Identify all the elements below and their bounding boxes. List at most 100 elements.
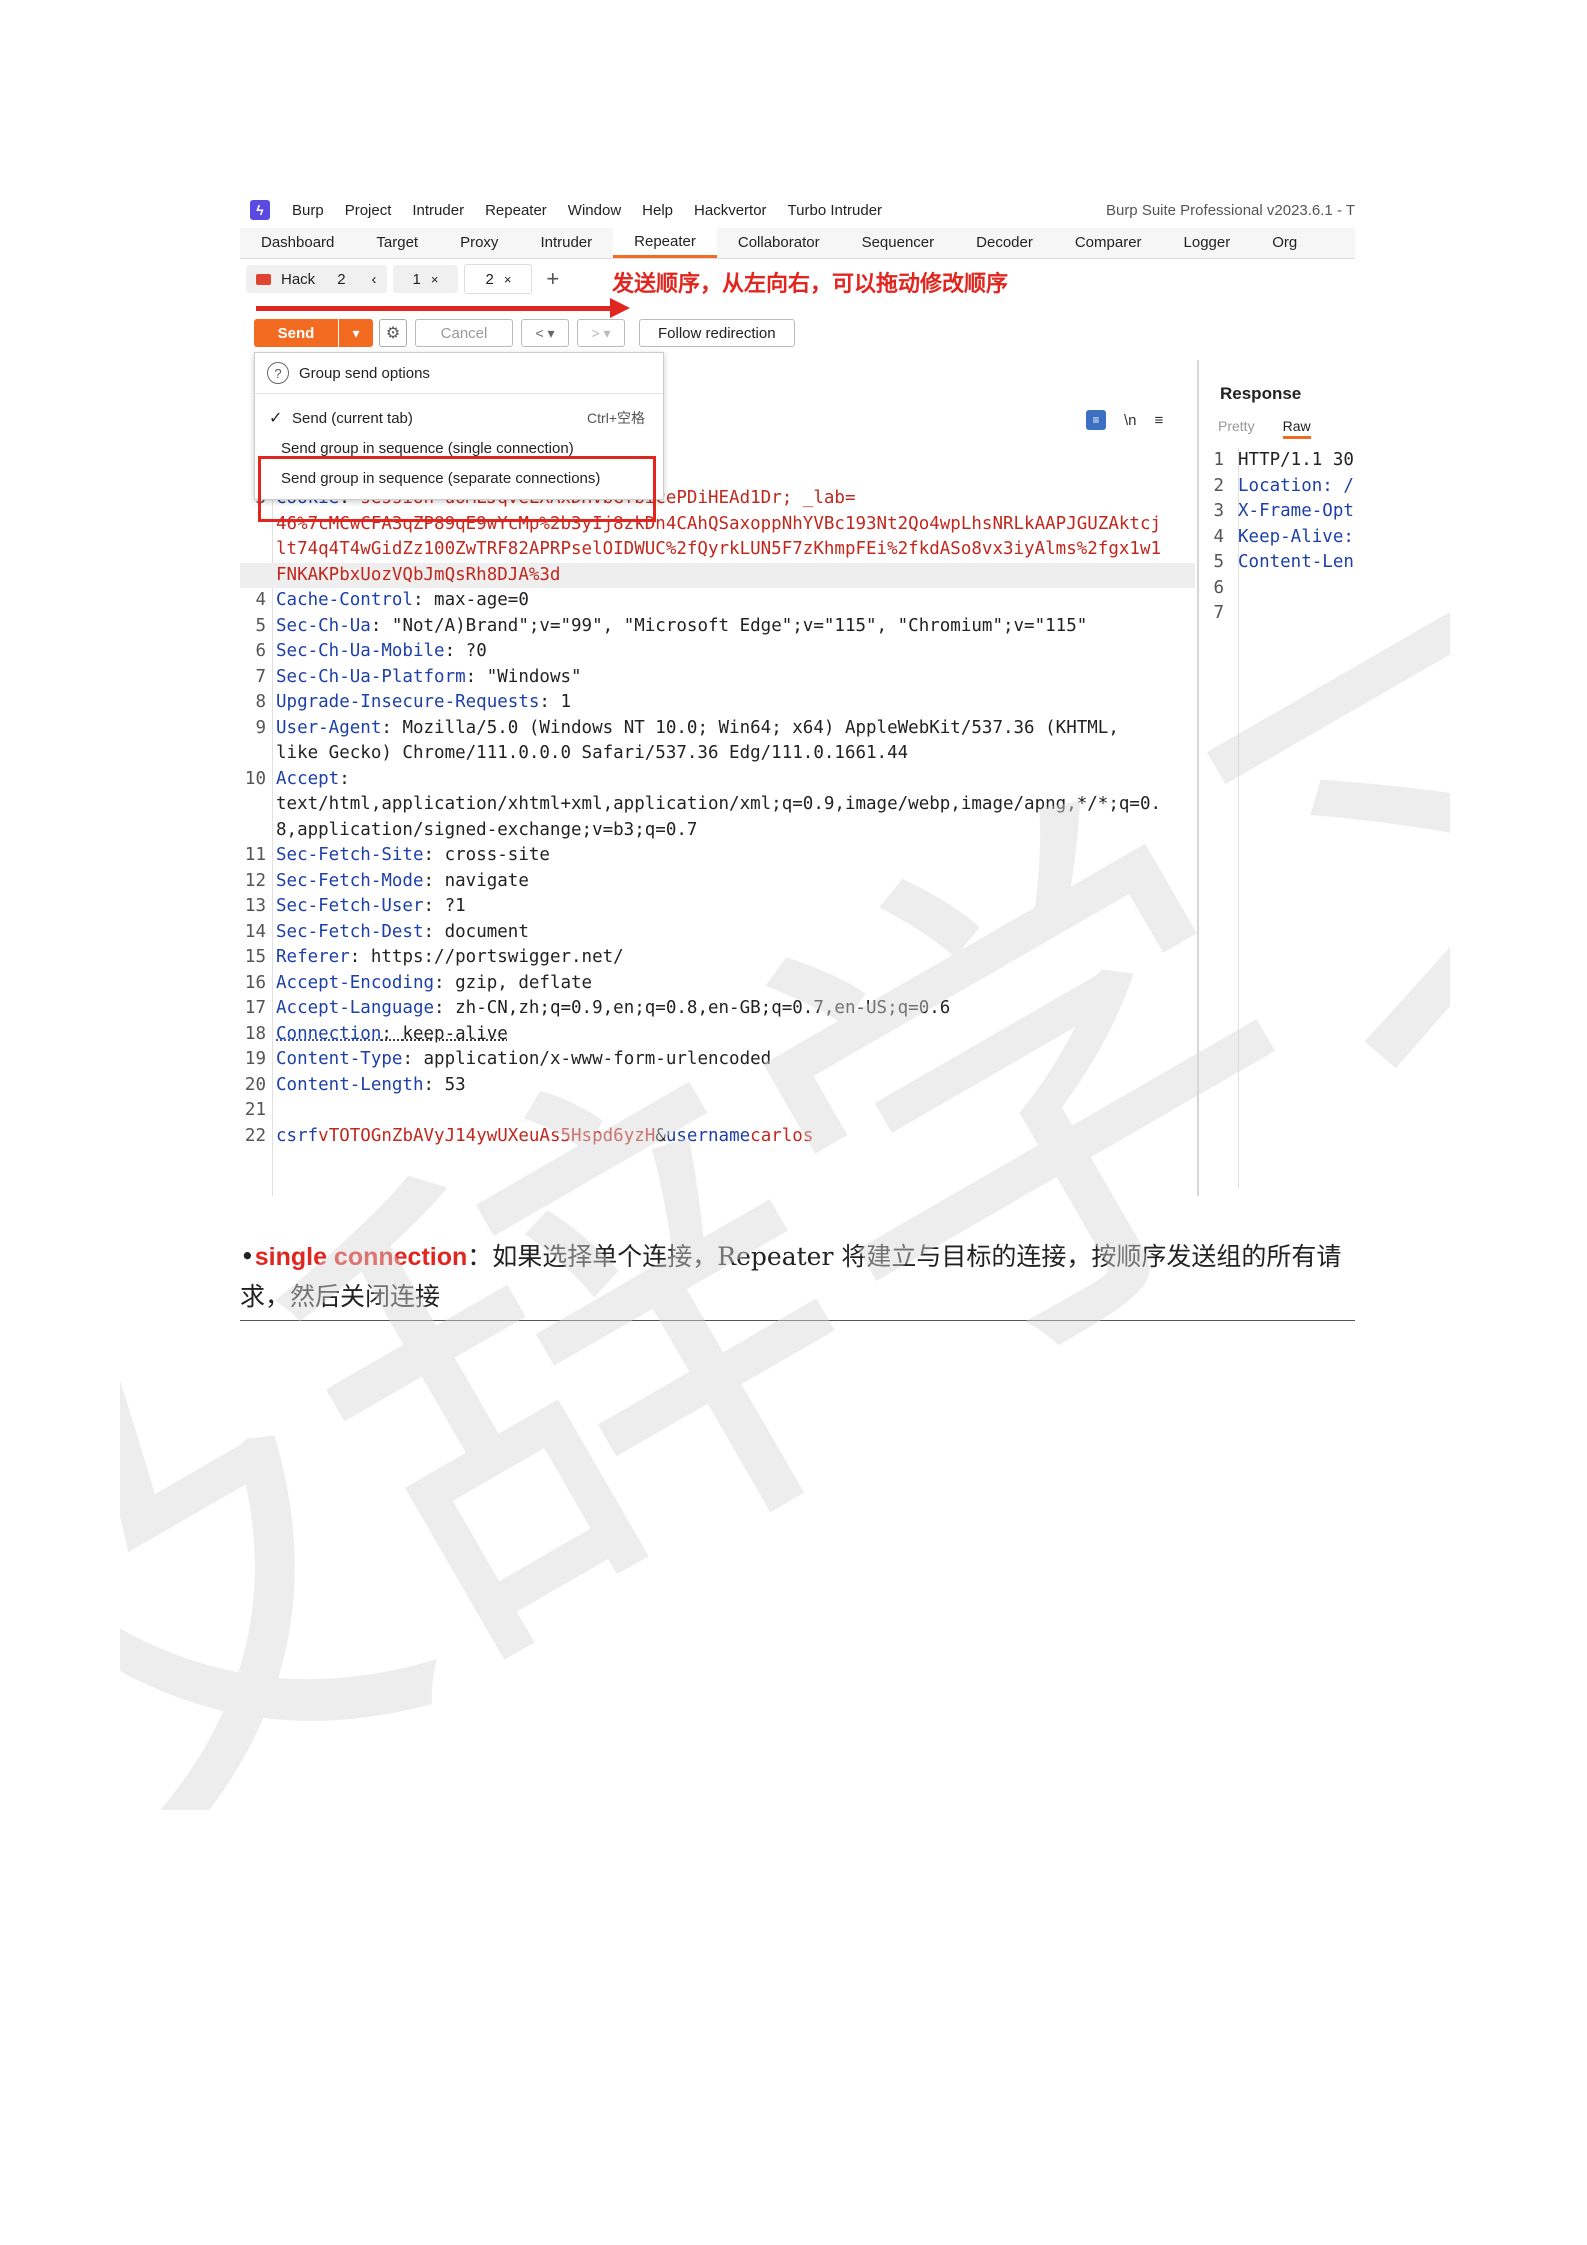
- menu-icon[interactable]: ≡: [1155, 412, 1164, 429]
- tab-proxy[interactable]: Proxy: [439, 228, 519, 258]
- burp-screenshot: ϟ Burp Project Intruder Repeater Window Help H…: [240, 192, 1355, 1196]
- tab-sequencer[interactable]: Sequencer: [841, 228, 956, 258]
- line-number: 4: [1213, 526, 1224, 547]
- arrow-head-icon: [610, 298, 630, 318]
- header-name: Upgrade-Insecure-Requests: [276, 692, 540, 712]
- response-line: 3 X-Frame-Opt: [1202, 499, 1355, 525]
- line-content: Connection: keep-alive: [276, 1022, 508, 1048]
- caption-colon: ：: [467, 1242, 493, 1271]
- menu-item-window[interactable]: Window: [568, 202, 621, 219]
- response-editor[interactable]: 1 HTTP/1.1 30 2 Location: / 3 X-Frame-Opt 4 Kee…: [1202, 448, 1355, 627]
- menu-item-hackvertor[interactable]: Hackvertor: [694, 202, 767, 219]
- newline-toggle[interactable]: \n: [1124, 412, 1137, 429]
- line-content: Referer: https://portswigger.net/: [276, 945, 624, 971]
- menu-item-intruder[interactable]: Intruder: [412, 202, 464, 219]
- tab-comparer[interactable]: Comparer: [1054, 228, 1163, 258]
- add-tab-icon[interactable]: +: [546, 266, 559, 292]
- menu-item-repeater[interactable]: Repeater: [485, 202, 547, 219]
- chevron-left-icon[interactable]: ‹: [372, 271, 377, 288]
- tab-collaborator[interactable]: Collaborator: [717, 228, 841, 258]
- tab-logger[interactable]: Logger: [1163, 228, 1252, 258]
- tab-decoder[interactable]: Decoder: [955, 228, 1054, 258]
- follow-redirection-button[interactable]: Follow redirection: [639, 319, 795, 347]
- header-sep: :: [412, 590, 435, 610]
- line-content: Sec-Ch-Ua: "Not/A)Brand";v="99", "Micros…: [276, 614, 1087, 640]
- menu-item-help[interactable]: Help: [642, 202, 673, 219]
- back-button[interactable]: < ▾: [521, 319, 569, 347]
- cancel-button[interactable]: Cancel: [415, 319, 513, 347]
- request-line: 5 Sec-Ch-Ua: "Not/A)Brand";v="99", "Micro…: [240, 614, 1195, 640]
- tab-pretty[interactable]: Pretty: [1218, 418, 1255, 439]
- header-name: Accept-Encoding: [276, 972, 435, 993]
- close-icon[interactable]: ×: [431, 272, 439, 287]
- header-value: text/html,application/xhtml+xml,applicat…: [276, 794, 1162, 814]
- line-content: Sec-Ch-Ua-Mobile: ?0: [276, 639, 487, 665]
- line-content: FNKAKPbxUozVQbJmQsRh8DJA%3d: [276, 563, 560, 589]
- tab-2[interactable]: 2 ×: [464, 264, 533, 294]
- app-title: Burp Suite Professional v2023.6.1 - T: [1105, 202, 1355, 219]
- header-sep: :: [402, 1049, 424, 1069]
- request-line: 19 Content-Type: application/x-www-form-u…: [240, 1047, 1195, 1073]
- line-content: Content-Length: 53: [276, 1073, 466, 1099]
- tab-intruder[interactable]: Intruder: [519, 228, 613, 258]
- tab-org[interactable]: Org: [1251, 228, 1318, 258]
- panel-divider[interactable]: [1197, 360, 1199, 1196]
- line-number: 2: [1213, 475, 1224, 496]
- tab-group-hack[interactable]: Hack 2 ‹: [246, 265, 387, 293]
- close-icon[interactable]: ×: [504, 272, 512, 287]
- send-button[interactable]: Send: [254, 319, 338, 347]
- burp-logo-icon: ϟ: [250, 200, 270, 220]
- tab-raw[interactable]: Raw: [1282, 418, 1311, 439]
- line-number: 20: [244, 1074, 266, 1095]
- request-line: 22 csrfvTOTOGnZbAVyJ14ywUXeuAs5Hspd6yzH&u…: [240, 1124, 1195, 1150]
- request-line: 10 Accept:: [240, 767, 1195, 793]
- header-name: Content-Type: [276, 1049, 403, 1069]
- line-content: like Gecko) Chrome/111.0.0.0 Safari/537.…: [276, 741, 908, 767]
- wrap-lines-icon[interactable]: ≡: [1086, 410, 1106, 430]
- tab-2-label: 2: [485, 270, 494, 288]
- tab-target[interactable]: Target: [355, 228, 439, 258]
- header-value: document: [444, 921, 529, 942]
- request-line: like Gecko) Chrome/111.0.0.0 Safari/537.…: [240, 741, 1195, 767]
- menu-item-send-current[interactable]: ✓ Send (current tab) Ctrl+空格: [255, 405, 663, 431]
- request-line: 11 Sec-Fetch-Site: cross-site: [240, 843, 1195, 869]
- response-line: 2 Location: /: [1202, 474, 1355, 500]
- line-number: 17: [244, 998, 266, 1018]
- line-content: Accept-Language: zh-CN,zh;q=0.9,en;q=0.8…: [276, 996, 950, 1022]
- tab-1[interactable]: 1 ×: [392, 265, 459, 293]
- menu-item-label: Send (current tab): [292, 409, 413, 427]
- header-value: keep-alive: [402, 1023, 508, 1044]
- toolbar: Send ▾ ⚙ Cancel < ▾ > ▾ Follow redirecti…: [240, 316, 1355, 350]
- line-number: 10: [244, 768, 266, 789]
- forward-button[interactable]: > ▾: [577, 319, 625, 347]
- line-number: 5: [255, 615, 266, 636]
- tab-repeater[interactable]: Repeater: [613, 228, 717, 258]
- request-line: 6 Sec-Ch-Ua-Mobile: ?0: [240, 639, 1195, 665]
- line-content: Accept:: [276, 767, 350, 793]
- line-number: 13: [244, 896, 266, 916]
- request-line: 18 Connection: keep-alive: [240, 1022, 1195, 1048]
- line-number: 12: [244, 870, 266, 891]
- send-dropdown-button[interactable]: ▾: [338, 319, 373, 347]
- folder-icon: [256, 273, 271, 285]
- header-name: Accept: [276, 768, 340, 789]
- header-value: like Gecko) Chrome/111.0.0.0 Safari/537.…: [276, 743, 909, 763]
- header-value: navigate: [444, 870, 529, 891]
- request-line: 21: [240, 1098, 1195, 1124]
- menu-item-turbo-intruder[interactable]: Turbo Intruder: [788, 202, 883, 219]
- header-name: Sec-Fetch-Dest: [276, 921, 424, 942]
- header-value: https://portswigger.net/: [370, 947, 624, 967]
- header-value: zh-CN,zh;q=0.9,en;q=0.8,en-GB;q=0.7,en-U…: [455, 998, 951, 1018]
- check-icon: ✓: [269, 410, 283, 427]
- line-number: 22: [244, 1125, 266, 1146]
- menu-item-project[interactable]: Project: [345, 202, 392, 219]
- header-name: Sec-Fetch-Mode: [276, 870, 424, 891]
- request-editor[interactable]: 3Cookie: session=uoMLJqveLXAxDHvbGfbiceP…: [240, 486, 1195, 1149]
- menu-item-burp[interactable]: Burp: [292, 202, 324, 219]
- body-param-v2: carlos: [750, 1125, 814, 1146]
- line-content: 8,application/signed-exchange;v=b3;q=0.7: [276, 818, 697, 844]
- gear-icon[interactable]: ⚙: [379, 319, 407, 347]
- request-line: 14 Sec-Fetch-Dest: document: [240, 920, 1195, 946]
- group-send-options[interactable]: ? Group send options: [255, 353, 663, 394]
- tab-dashboard[interactable]: Dashboard: [240, 228, 355, 258]
